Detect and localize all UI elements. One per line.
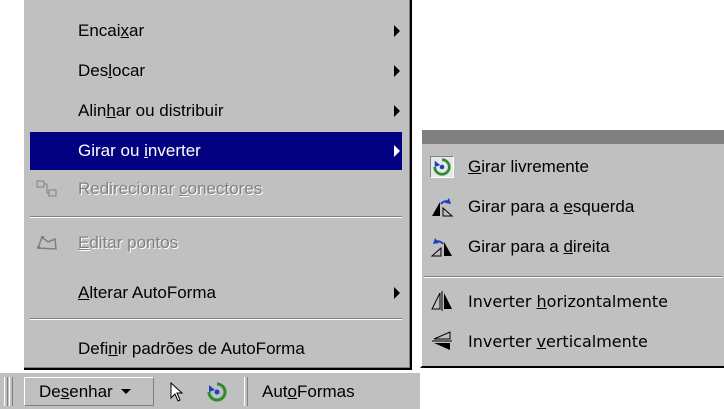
- flip-vertical-icon: [432, 331, 452, 350]
- toolbar-separator: [244, 377, 248, 406]
- submenu-item-label: Girar para a esquerda: [468, 197, 635, 216]
- menu-item-nudge[interactable]: Deslocar: [30, 52, 402, 90]
- rotate-right-icon: [430, 238, 452, 257]
- select-pointer-icon: [170, 381, 184, 402]
- free-rotate-button[interactable]: [200, 377, 234, 406]
- menu-item-label: Alterar AutoForma: [78, 283, 216, 302]
- submenu-separator: [424, 276, 722, 278]
- menu-item-label: Girar ou inverter: [78, 141, 201, 160]
- menu-item-label: Definir padrões de AutoForma: [78, 339, 305, 358]
- submenu-item-rotate-right[interactable]: Girar para a direita: [424, 228, 722, 266]
- menu-item-change-autoshape[interactable]: Alterar AutoForma: [30, 274, 402, 312]
- reroute-connectors-icon: [36, 180, 57, 197]
- submenu-arrow-icon: [394, 105, 400, 117]
- submenu-arrow-icon: [394, 65, 400, 77]
- free-rotate-icon: [207, 382, 227, 401]
- submenu-item-free-rotate[interactable]: Girar livremente: [424, 148, 722, 186]
- submenu-item-label: Inverter horizontalmente: [468, 291, 669, 311]
- submenu-item-rotate-left[interactable]: Girar para a esquerda: [424, 188, 722, 226]
- submenu-item-label: Inverter verticalmente: [468, 331, 648, 351]
- toolbar-grip[interactable]: [9, 377, 13, 406]
- draw-menu-label: Desenhar: [39, 381, 113, 401]
- rotate-left-icon: [432, 198, 454, 217]
- draw-menu-button[interactable]: Desenhar: [24, 377, 154, 406]
- menu-item-set-autoshape-defaults[interactable]: Definir padrões de AutoForma: [30, 330, 402, 368]
- submenu-item-label: Girar para a direita: [468, 237, 610, 256]
- dropdown-arrow-icon: [120, 389, 131, 394]
- submenu-item-flip-horizontal[interactable]: Inverter horizontalmente: [424, 282, 722, 320]
- edit-points-icon: [36, 235, 57, 250]
- menu-item-label: Redirecionar conectores: [78, 179, 263, 198]
- submenu-item-flip-vertical[interactable]: Inverter verticalmente: [424, 322, 722, 360]
- submenu-arrow-icon: [394, 145, 400, 157]
- menu-separator: [30, 318, 402, 320]
- menu-item-label: Alinhar ou distribuir: [78, 101, 224, 120]
- menu-item-edit-points[interactable]: Editar pontos: [30, 224, 402, 262]
- autoshapes-label: AutoFormas: [262, 381, 355, 401]
- submenu-item-label: Girar livremente: [468, 157, 589, 176]
- drawing-toolbar: Desenhar AutoFormas: [0, 372, 420, 409]
- submenu-arrow-icon: [394, 287, 400, 299]
- menu-item-label: Deslocar: [78, 61, 146, 80]
- autoshapes-menu-button[interactable]: AutoFormas: [262, 377, 355, 406]
- submenu-arrow-icon: [394, 25, 400, 37]
- select-objects-button[interactable]: [164, 377, 190, 406]
- rotate-flip-submenu: Girar livremente Girar para a esquerda G…: [420, 128, 724, 368]
- free-rotate-icon: [430, 156, 454, 178]
- menu-item-snap[interactable]: Encaixar: [30, 12, 402, 50]
- menu-item-label: Editar pontos: [78, 233, 179, 252]
- menu-item-align-distribute[interactable]: Alinhar ou distribuir: [30, 92, 402, 130]
- submenu-title-bar: [422, 130, 724, 144]
- flip-horizontal-icon: [431, 291, 452, 311]
- menu-item-reroute-connectors[interactable]: Redirecionar conectores: [30, 170, 402, 208]
- menu-item-label: Encaixar: [78, 21, 145, 40]
- menu-separator: [30, 216, 402, 218]
- menu-item-rotate-flip[interactable]: Girar ou inverter: [30, 132, 402, 170]
- draw-menu: Encaixar Deslocar Alinhar ou distribuir …: [24, 0, 412, 370]
- toolbar-grip[interactable]: [4, 377, 8, 406]
